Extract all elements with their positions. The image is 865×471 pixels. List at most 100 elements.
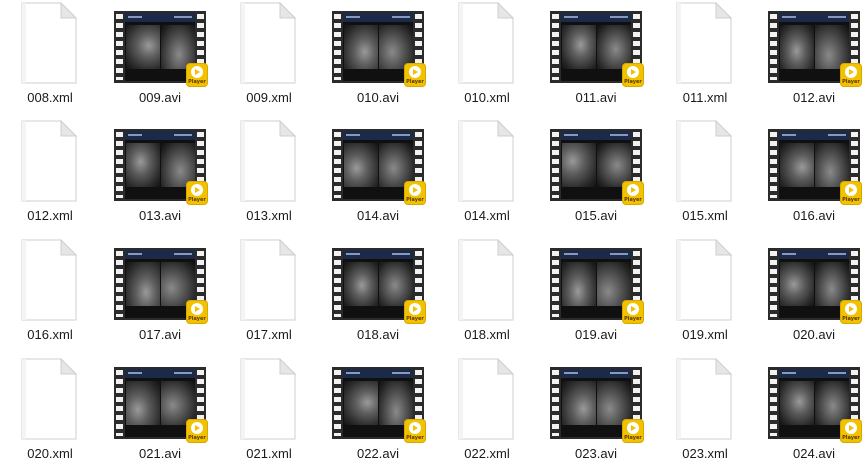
file-item[interactable]: Player 012.avi bbox=[764, 0, 864, 112]
file-item[interactable]: 020.xml bbox=[0, 356, 100, 468]
file-name-label[interactable]: 016.xml bbox=[0, 327, 100, 342]
file-item[interactable]: 022.xml bbox=[437, 356, 537, 468]
file-thumbnail[interactable]: Player bbox=[764, 237, 864, 325]
file-item[interactable]: 014.xml bbox=[437, 118, 537, 230]
file-item[interactable]: Player 018.avi bbox=[328, 237, 428, 349]
file-name-label[interactable]: 013.avi bbox=[110, 208, 210, 223]
file-thumbnail[interactable]: Player bbox=[328, 237, 428, 325]
file-name-label[interactable]: 021.avi bbox=[110, 446, 210, 461]
file-thumbnail[interactable] bbox=[0, 0, 100, 88]
file-thumbnail[interactable]: Player bbox=[110, 237, 210, 325]
file-item[interactable]: Player 019.avi bbox=[546, 237, 646, 349]
file-thumbnail[interactable] bbox=[437, 356, 537, 444]
file-name-label[interactable]: 014.avi bbox=[328, 208, 428, 223]
file-item[interactable]: 008.xml bbox=[0, 0, 100, 112]
file-name-label[interactable]: 009.avi bbox=[110, 90, 210, 105]
file-name-label[interactable]: 024.avi bbox=[764, 446, 864, 461]
file-item[interactable]: Player 023.avi bbox=[546, 356, 646, 468]
player-badge-icon: Player bbox=[405, 420, 425, 442]
file-name-label[interactable]: 018.avi bbox=[328, 327, 428, 342]
file-item[interactable]: Player 017.avi bbox=[110, 237, 210, 349]
file-thumbnail[interactable]: Player bbox=[328, 356, 428, 444]
file-thumbnail[interactable] bbox=[655, 0, 755, 88]
file-item[interactable]: Player 014.avi bbox=[328, 118, 428, 230]
file-item[interactable]: Player 011.avi bbox=[546, 0, 646, 112]
file-thumbnail[interactable] bbox=[437, 237, 537, 325]
file-name-label[interactable]: 022.xml bbox=[437, 446, 537, 461]
file-thumbnail[interactable] bbox=[0, 237, 100, 325]
file-thumbnail[interactable]: Player bbox=[546, 118, 646, 206]
file-item[interactable]: 015.xml bbox=[655, 118, 755, 230]
file-name-label[interactable]: 013.xml bbox=[219, 208, 319, 223]
file-item[interactable]: Player 015.avi bbox=[546, 118, 646, 230]
file-thumbnail[interactable]: Player bbox=[110, 0, 210, 88]
file-name-label[interactable]: 009.xml bbox=[219, 90, 319, 105]
file-item[interactable]: 019.xml bbox=[655, 237, 755, 349]
file-thumbnail[interactable] bbox=[655, 237, 755, 325]
file-thumbnail[interactable] bbox=[219, 356, 319, 444]
file-item[interactable]: 017.xml bbox=[219, 237, 319, 349]
file-item[interactable]: Player 009.avi bbox=[110, 0, 210, 112]
file-item[interactable]: Player 020.avi bbox=[764, 237, 864, 349]
file-item[interactable]: Player 021.avi bbox=[110, 356, 210, 468]
file-name-label[interactable]: 015.xml bbox=[655, 208, 755, 223]
file-thumbnail[interactable] bbox=[219, 118, 319, 206]
file-name-label[interactable]: 017.avi bbox=[110, 327, 210, 342]
file-item[interactable]: 009.xml bbox=[219, 0, 319, 112]
file-thumbnail[interactable]: Player bbox=[328, 118, 428, 206]
file-name-label[interactable]: 008.xml bbox=[0, 90, 100, 105]
file-thumbnail[interactable] bbox=[655, 118, 755, 206]
file-name-label[interactable]: 017.xml bbox=[219, 327, 319, 342]
file-item[interactable]: 018.xml bbox=[437, 237, 537, 349]
file-name-label[interactable]: 019.xml bbox=[655, 327, 755, 342]
film-perforation bbox=[552, 14, 559, 80]
file-item[interactable]: 011.xml bbox=[655, 0, 755, 112]
file-thumbnail[interactable] bbox=[0, 356, 100, 444]
file-thumbnail[interactable] bbox=[437, 0, 537, 88]
file-thumbnail[interactable]: Player bbox=[110, 118, 210, 206]
file-thumbnail[interactable]: Player bbox=[546, 0, 646, 88]
file-thumbnail[interactable]: Player bbox=[546, 356, 646, 444]
file-name-label[interactable]: 011.xml bbox=[655, 90, 755, 105]
file-item[interactable]: Player 013.avi bbox=[110, 118, 210, 230]
file-name-label[interactable]: 016.avi bbox=[764, 208, 864, 223]
file-name-label[interactable]: 010.xml bbox=[437, 90, 537, 105]
file-name-label[interactable]: 022.avi bbox=[328, 446, 428, 461]
file-item[interactable]: Player 010.avi bbox=[328, 0, 428, 112]
file-name-label[interactable]: 020.xml bbox=[0, 446, 100, 461]
file-item[interactable]: 012.xml bbox=[0, 118, 100, 230]
file-item[interactable]: 021.xml bbox=[219, 356, 319, 468]
file-thumbnail[interactable] bbox=[655, 356, 755, 444]
file-name-label[interactable]: 012.xml bbox=[0, 208, 100, 223]
file-thumbnail[interactable]: Player bbox=[328, 0, 428, 88]
file-thumbnail[interactable] bbox=[219, 237, 319, 325]
file-thumbnail[interactable]: Player bbox=[764, 356, 864, 444]
file-name-label[interactable]: 010.avi bbox=[328, 90, 428, 105]
file-name-label[interactable]: 019.avi bbox=[546, 327, 646, 342]
file-thumbnail[interactable] bbox=[219, 0, 319, 88]
file-thumbnail[interactable] bbox=[0, 118, 100, 206]
file-name-label[interactable]: 020.avi bbox=[764, 327, 864, 342]
ultrasound-image-right bbox=[815, 25, 849, 69]
file-name-label[interactable]: 011.avi bbox=[546, 90, 646, 105]
file-item[interactable]: 016.xml bbox=[0, 237, 100, 349]
file-name-label[interactable]: 018.xml bbox=[437, 327, 537, 342]
file-item[interactable]: 013.xml bbox=[219, 118, 319, 230]
file-name-label[interactable]: 023.avi bbox=[546, 446, 646, 461]
file-name-label[interactable]: 021.xml bbox=[219, 446, 319, 461]
file-name-label[interactable]: 014.xml bbox=[437, 208, 537, 223]
file-thumbnail[interactable]: Player bbox=[764, 0, 864, 88]
file-thumbnail[interactable]: Player bbox=[546, 237, 646, 325]
file-thumbnail[interactable] bbox=[437, 118, 537, 206]
file-item[interactable]: Player 024.avi bbox=[764, 356, 864, 468]
file-thumbnail[interactable]: Player bbox=[110, 356, 210, 444]
file-item[interactable]: 010.xml bbox=[437, 0, 537, 112]
video-preview-frame bbox=[779, 131, 849, 199]
file-item[interactable]: Player 016.avi bbox=[764, 118, 864, 230]
file-item[interactable]: Player 022.avi bbox=[328, 356, 428, 468]
file-thumbnail[interactable]: Player bbox=[764, 118, 864, 206]
file-item[interactable]: 023.xml bbox=[655, 356, 755, 468]
file-name-label[interactable]: 012.avi bbox=[764, 90, 864, 105]
file-name-label[interactable]: 023.xml bbox=[655, 446, 755, 461]
file-name-label[interactable]: 015.avi bbox=[546, 208, 646, 223]
